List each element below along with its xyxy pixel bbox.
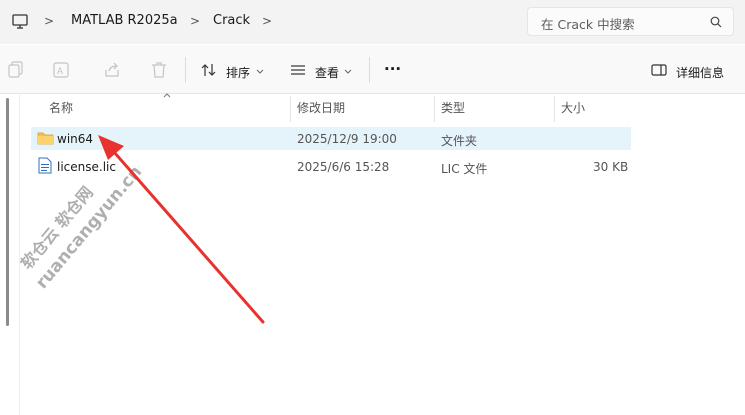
- red-arrow-annotation: [98, 135, 265, 324]
